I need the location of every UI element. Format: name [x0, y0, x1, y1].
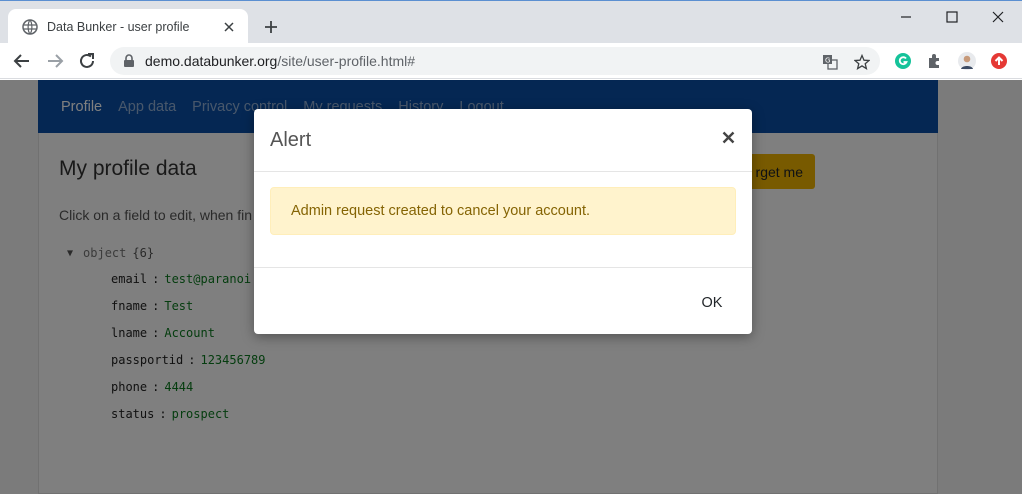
- extensions-puzzle-icon[interactable]: [926, 52, 944, 70]
- browser-tab[interactable]: Data Bunker - user profile: [8, 9, 248, 44]
- grammarly-extension-icon[interactable]: [894, 52, 912, 70]
- alert-modal: Alert Admin request created to cancel yo…: [254, 109, 752, 334]
- close-window-button[interactable]: [985, 7, 1011, 27]
- bookmark-star-icon[interactable]: [853, 53, 871, 71]
- upload-extension-icon[interactable]: [990, 52, 1008, 70]
- new-tab-button[interactable]: [260, 16, 282, 38]
- browser-tabstrip: Data Bunker - user profile: [0, 0, 1022, 44]
- close-icon[interactable]: [718, 127, 738, 147]
- minimize-button[interactable]: [893, 7, 919, 27]
- translate-icon[interactable]: G: [821, 53, 839, 71]
- lock-icon[interactable]: [122, 54, 136, 68]
- url-host: demo.databunker.org: [145, 53, 278, 69]
- url-path: /site/user-profile.html#: [277, 53, 416, 69]
- forward-arrow-icon[interactable]: [43, 49, 67, 73]
- modal-header: Alert: [254, 109, 752, 172]
- close-tab-icon[interactable]: [220, 18, 238, 36]
- modal-title: Alert: [270, 129, 312, 151]
- address-bar[interactable]: demo.databunker.org/site/user-profile.ht…: [110, 47, 880, 75]
- ok-button[interactable]: OK: [690, 290, 734, 316]
- svg-text:G: G: [825, 57, 830, 65]
- profile-avatar-icon[interactable]: [958, 52, 976, 70]
- modal-footer: OK: [254, 267, 752, 334]
- browser-toolbar: demo.databunker.org/site/user-profile.ht…: [0, 43, 1022, 79]
- alert-message: Admin request created to cancel your acc…: [270, 187, 736, 235]
- maximize-button[interactable]: [939, 7, 965, 27]
- back-arrow-icon[interactable]: [10, 49, 34, 73]
- reload-icon[interactable]: [75, 49, 99, 73]
- tab-title: Data Bunker - user profile: [47, 19, 190, 34]
- globe-icon: [22, 18, 38, 35]
